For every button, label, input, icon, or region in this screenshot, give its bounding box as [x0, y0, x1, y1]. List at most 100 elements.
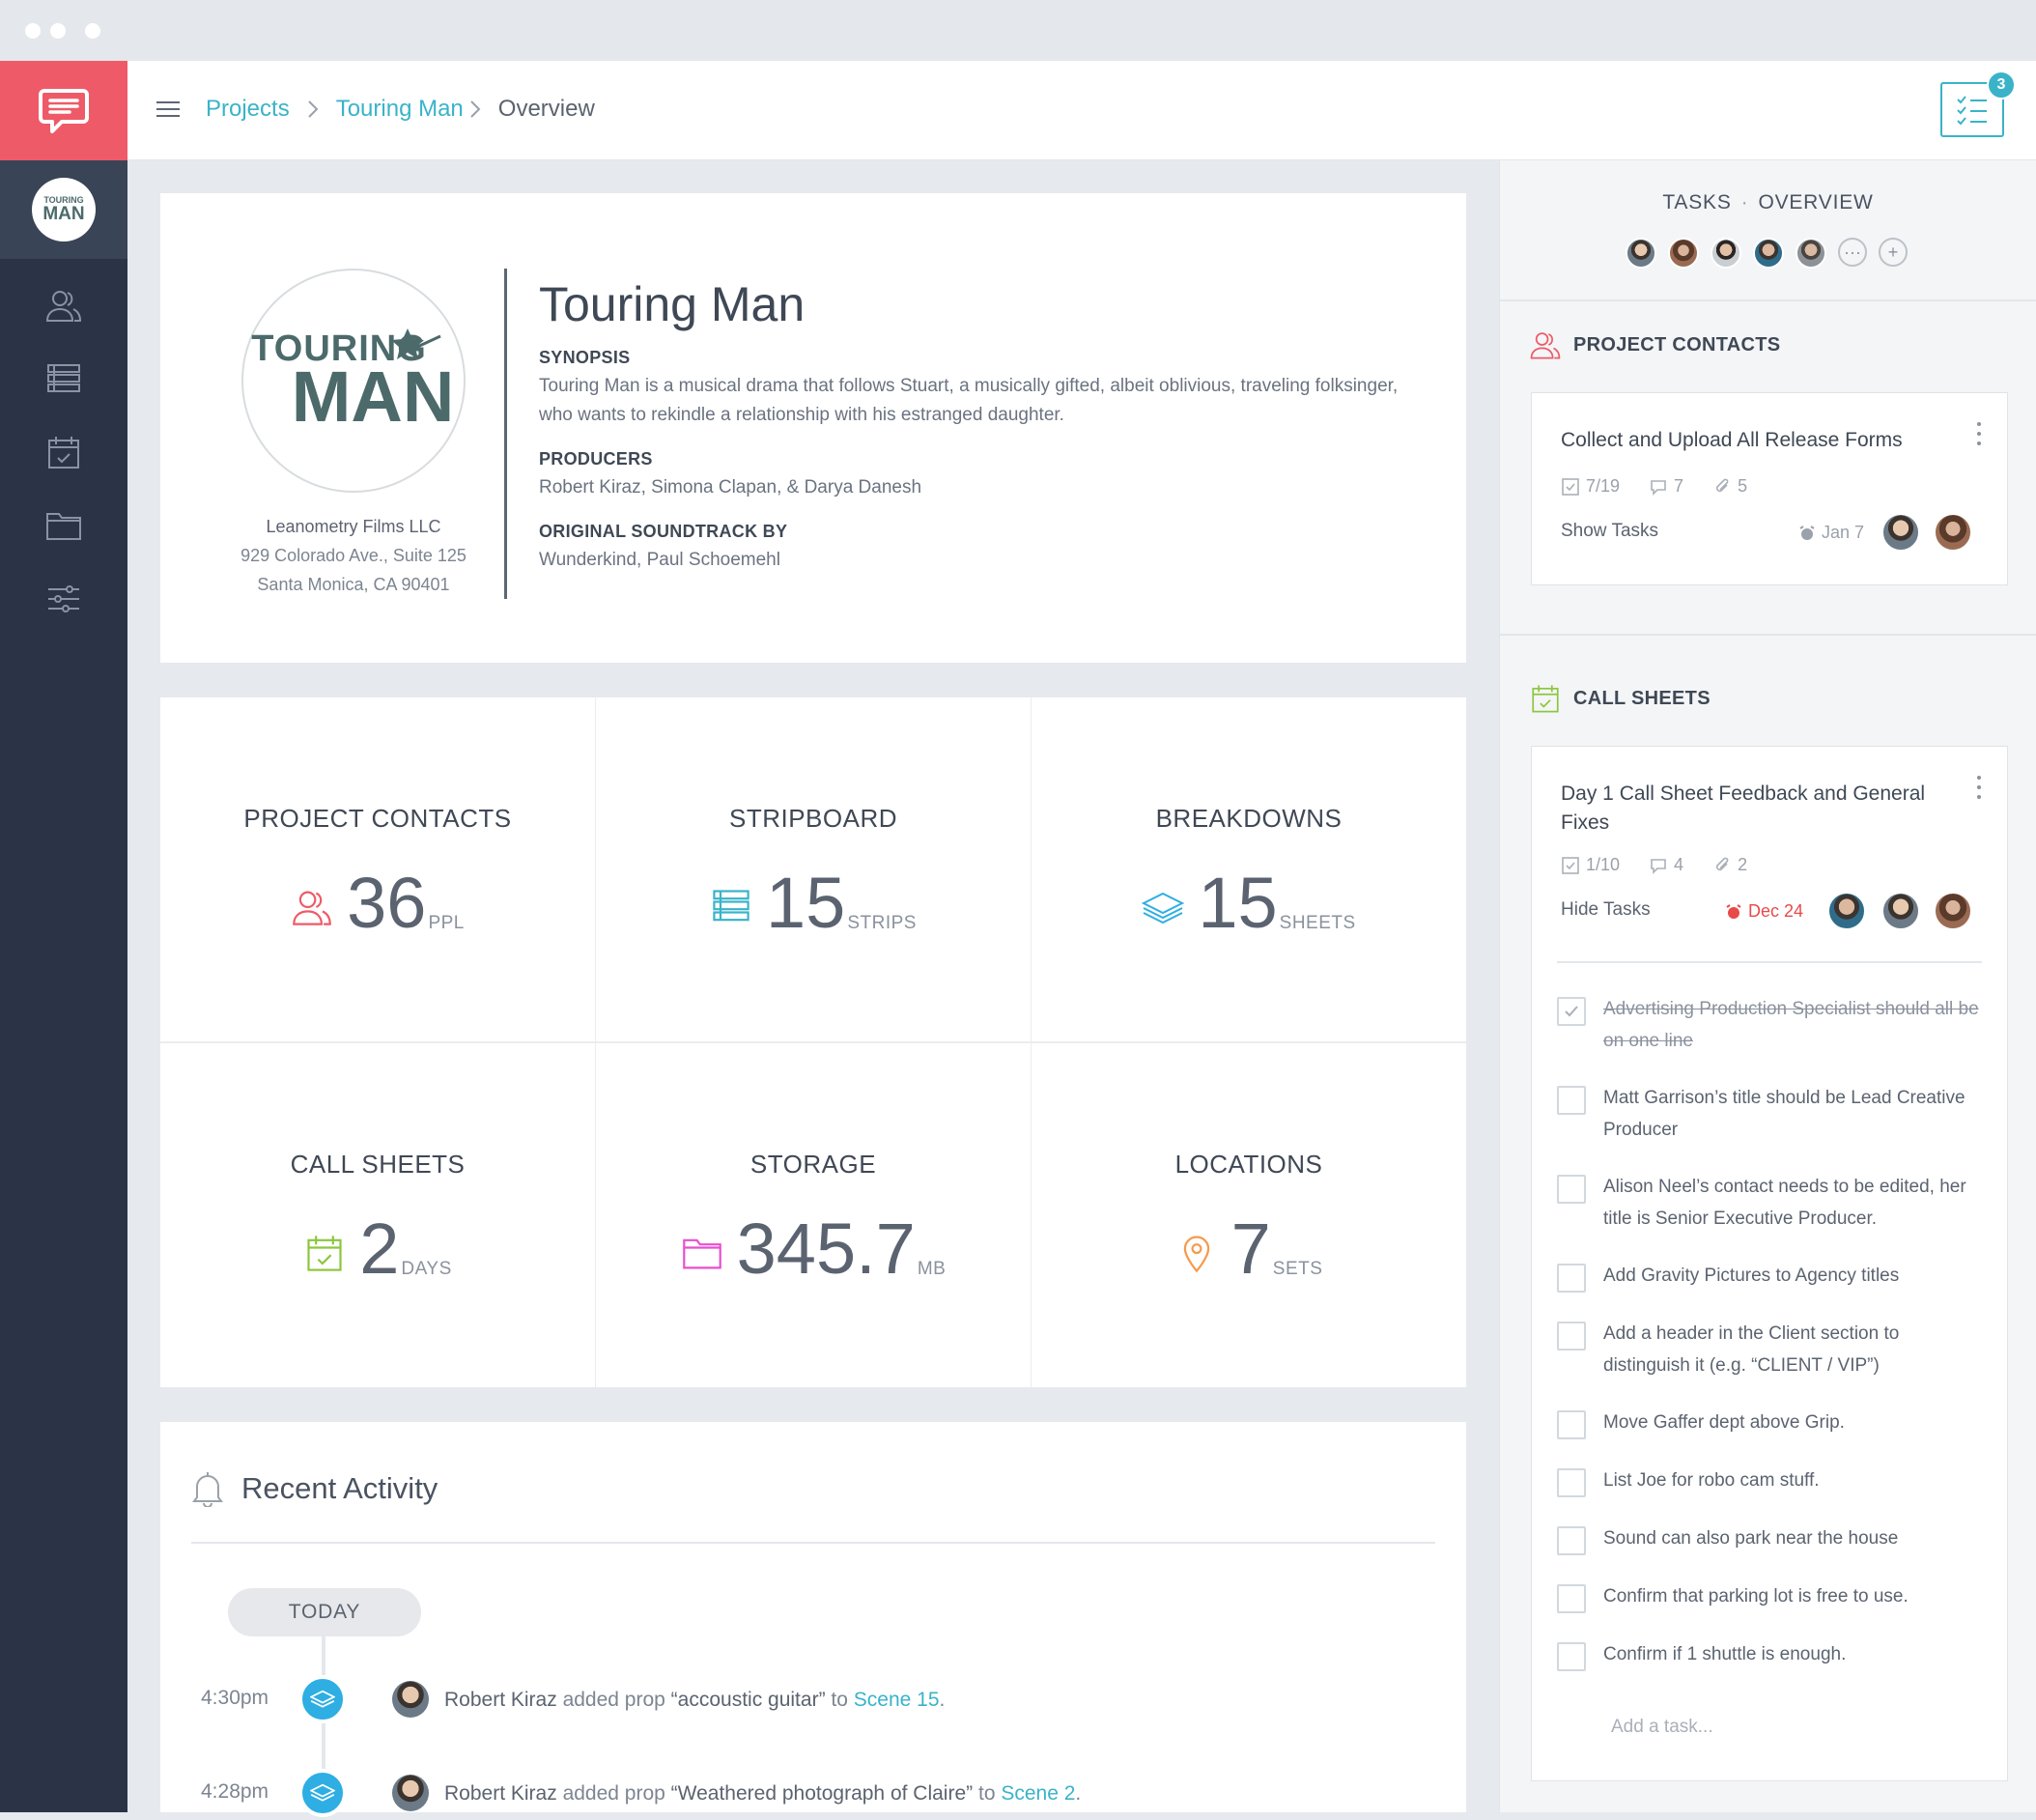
more-options-icon[interactable]	[1976, 776, 1982, 799]
folder-icon	[46, 513, 81, 540]
avatar[interactable]	[1753, 238, 1784, 269]
synopsis-label: SYNOPSIS	[539, 348, 631, 367]
stat-call-sheets[interactable]: CALL SHEETS 2 DAYS	[160, 1043, 595, 1387]
task-checkbox[interactable]	[1557, 1642, 1586, 1671]
tab-tasks[interactable]: TASKS	[1662, 191, 1731, 213]
avatar[interactable]	[1881, 513, 1920, 552]
contacts-icon	[1530, 332, 1561, 359]
sidebar-item-calendar[interactable]	[42, 431, 85, 473]
producers-label: PRODUCERS	[539, 449, 653, 469]
avatar[interactable]	[1934, 513, 1972, 552]
sidebar-item-settings[interactable]	[42, 578, 85, 620]
project-info: Touring Man SYNOPSIS Touring Man is a mu…	[539, 276, 1408, 575]
task-card[interactable]: Day 1 Call Sheet Feedback and General Fi…	[1531, 746, 2008, 1781]
more-options-icon[interactable]	[1976, 422, 1982, 445]
task-item[interactable]: List Joe for robo cam stuff.	[1557, 1465, 1982, 1522]
task-item[interactable]: Add Gravity Pictures to Agency titles	[1557, 1260, 1982, 1318]
avatar[interactable]	[1626, 238, 1656, 269]
avatar[interactable]	[1827, 892, 1866, 930]
tasks-button[interactable]: 3	[1940, 71, 2016, 137]
layers-icon	[298, 1675, 347, 1723]
paperclip-icon	[1715, 857, 1729, 870]
section-header-contacts: PROJECT CONTACTS	[1529, 328, 1780, 361]
activity-item[interactable]: 4:28pm Robert Kiraz added prop “Weathere…	[160, 1769, 1416, 1817]
task-item[interactable]: Sound can also park near the house	[1557, 1522, 1982, 1580]
avatar[interactable]	[1796, 238, 1826, 269]
task-checkbox[interactable]	[1557, 1584, 1586, 1613]
task-checkbox[interactable]	[1557, 1322, 1586, 1351]
stat-stripboard[interactable]: STRIPBOARD 15 STRIPS	[596, 697, 1031, 1041]
task-card[interactable]: Collect and Upload All Release Forms 7/1…	[1531, 392, 2008, 585]
breadcrumb-projects[interactable]: Projects	[206, 96, 290, 123]
company-address: Leanometry Films LLC 929 Colorado Ave., …	[209, 512, 498, 599]
task-text: List Joe for robo cam stuff.	[1603, 1470, 1820, 1491]
task-checkbox[interactable]	[1557, 1086, 1586, 1115]
task-checkbox[interactable]	[1557, 1264, 1586, 1293]
tab-overview[interactable]: OVERVIEW	[1758, 191, 1873, 213]
calendar-icon	[1532, 685, 1559, 713]
activity-item[interactable]: 4:30pm Robert Kiraz added prop “accousti…	[160, 1675, 1416, 1723]
avatar[interactable]	[1668, 238, 1699, 269]
day-label: TODAY	[228, 1588, 421, 1636]
stat-unit: DAYS	[401, 1258, 452, 1279]
stat-breakdowns[interactable]: BREAKDOWNS 15 SHEETS	[1032, 697, 1466, 1041]
task-item[interactable]: Advertising Production Specialist should…	[1557, 993, 1982, 1082]
task-checkbox[interactable]	[1557, 1175, 1586, 1204]
add-member-icon[interactable]: +	[1879, 238, 1908, 267]
task-item[interactable]: Move Gaffer dept above Grip.	[1557, 1407, 1982, 1465]
window-dot[interactable]	[25, 23, 41, 39]
show-tasks-link[interactable]: Show Tasks	[1561, 521, 1658, 542]
scene-link[interactable]: Scene 2	[1001, 1782, 1075, 1805]
stat-value: 2	[359, 1209, 400, 1289]
project-avatar: TOURING MAN	[32, 178, 96, 242]
hide-tasks-link[interactable]: Hide Tasks	[1561, 899, 1651, 921]
stat-storage[interactable]: STORAGE 345.7 MB	[596, 1043, 1031, 1387]
breadcrumb-project[interactable]: Touring Man	[336, 96, 464, 123]
task-checkbox[interactable]	[1557, 997, 1586, 1026]
sidebar-item-files[interactable]	[42, 504, 85, 547]
task-item[interactable]: Confirm that parking lot is free to use.	[1557, 1580, 1982, 1638]
menu-icon[interactable]	[156, 101, 180, 119]
comments-count: 4	[1674, 855, 1684, 874]
project-switcher[interactable]: TOURING MAN	[0, 160, 127, 259]
attachments-count: 5	[1738, 476, 1748, 496]
stat-project-contacts[interactable]: PROJECT CONTACTS 36 PPL	[160, 697, 595, 1041]
soundtrack-label: ORIGINAL SOUNDTRACK BY	[539, 522, 788, 541]
stat-locations[interactable]: LOCATIONS 7 SETS	[1032, 1043, 1466, 1387]
task-item[interactable]: Add a header in the Client section to di…	[1557, 1318, 1982, 1407]
avatar[interactable]	[1881, 892, 1920, 930]
avatar[interactable]	[1934, 892, 1972, 930]
task-text: Alison Neel’s contact needs to be edited…	[1603, 1177, 1966, 1229]
top-bar: Projects Touring Man Overview 3	[127, 61, 2036, 160]
task-item[interactable]: Confirm if 1 shuttle is enough.	[1557, 1638, 1982, 1696]
task-text: Add a header in the Client section to di…	[1603, 1323, 1900, 1376]
task-item[interactable]: Alison Neel’s contact needs to be edited…	[1557, 1171, 1982, 1260]
more-members-icon[interactable]: ···	[1838, 238, 1867, 267]
app-logo[interactable]	[0, 61, 127, 160]
add-task-input[interactable]: Add a task...	[1611, 1717, 1713, 1738]
task-item[interactable]: Matt Garrison’s title should be Lead Cre…	[1557, 1082, 1982, 1171]
task-checkbox[interactable]	[1557, 1410, 1586, 1439]
stripboard-icon	[47, 364, 80, 392]
window-dot[interactable]	[50, 23, 66, 39]
sidebar-item-contacts[interactable]	[42, 284, 85, 327]
divider	[504, 269, 507, 599]
section-header-call-sheets: CALL SHEETS	[1529, 682, 1711, 715]
avatar[interactable]	[392, 1775, 429, 1811]
window-dot[interactable]	[85, 23, 100, 39]
main-content: TOURING MAN Leanometry Films LLC 929 Col…	[127, 160, 1499, 1820]
layers-icon	[298, 1769, 347, 1817]
stat-unit: STRIPS	[847, 912, 917, 933]
checks-count: 7/19	[1586, 476, 1621, 496]
avatar[interactable]	[392, 1681, 429, 1718]
project-title: Touring Man	[539, 277, 806, 331]
sidebar-item-stripboard[interactable]	[42, 357, 85, 400]
task-card-meta: 1/10 4 2	[1561, 855, 1747, 875]
task-text: Sound can also park near the house	[1603, 1528, 1899, 1549]
task-checkbox[interactable]	[1557, 1526, 1586, 1555]
task-checkbox[interactable]	[1557, 1468, 1586, 1497]
scene-link[interactable]: Scene 15	[854, 1689, 940, 1711]
calendar-icon	[48, 437, 79, 469]
avatar[interactable]	[1711, 238, 1741, 269]
task-card-meta: 7/19 7 5	[1561, 476, 1747, 497]
